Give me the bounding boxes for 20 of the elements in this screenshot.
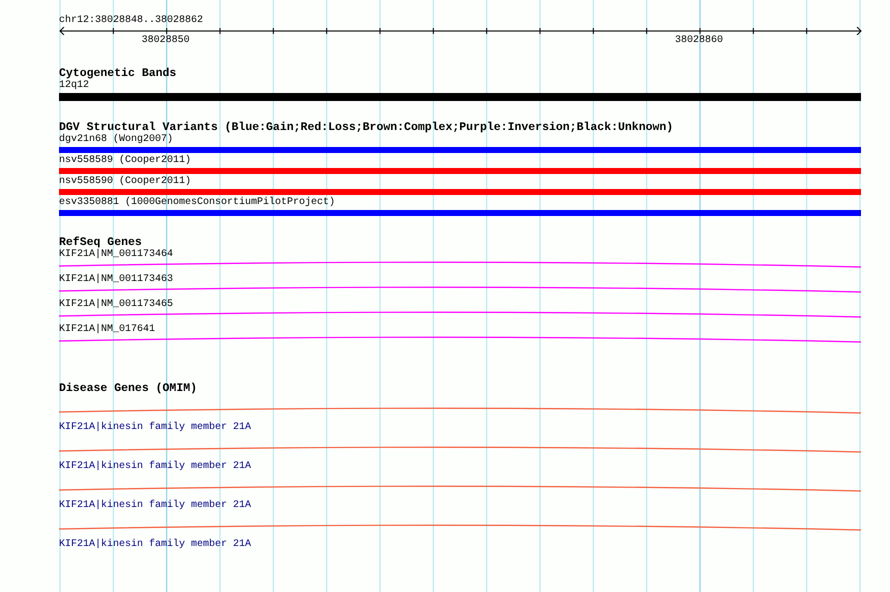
feature-label: 12q12 (59, 80, 90, 92)
feature-label: nsv558589 (Cooper2011) (59, 155, 192, 167)
track-title: DGV Structural Variants (Blue:Gain;Red:Loss;Brown:Complex;Purple:Inversion;Black:Unknown) (59, 122, 674, 134)
disease-gene-label: KIF21A|kinesin family member 21A (59, 461, 252, 473)
disease-gene-label: KIF21A|kinesin family member 21A (59, 539, 252, 551)
feature-label: nsv558590 (Cooper2011) (59, 176, 192, 188)
disease-gene-label: KIF21A|kinesin family member 21A (59, 422, 252, 434)
feature-label: KIF21A|NM_001173464 (59, 249, 174, 261)
feature-label: dgv21n68 (Wong2007) (59, 134, 174, 146)
tick-label: 38028850 (142, 35, 190, 47)
coordinate-range-label: chr12:38028848..38028862 (59, 15, 204, 27)
track-title: Cytogenetic Bands (59, 68, 176, 80)
feature-label: KIF21A|NM_017641 (59, 324, 156, 336)
disease-gene-label: KIF21A|kinesin family member 21A (59, 500, 252, 512)
tick-label: 38028860 (675, 35, 723, 47)
feature-label: esv3350881 (1000GenomesConsortiumPilotProject) (59, 197, 336, 209)
track-title: Disease Genes (OMIM) (59, 383, 198, 395)
track-title: RefSeq Genes (59, 237, 142, 249)
feature-label: KIF21A|NM_001173463 (59, 274, 174, 286)
feature-label: KIF21A|NM_001173465 (59, 299, 174, 311)
